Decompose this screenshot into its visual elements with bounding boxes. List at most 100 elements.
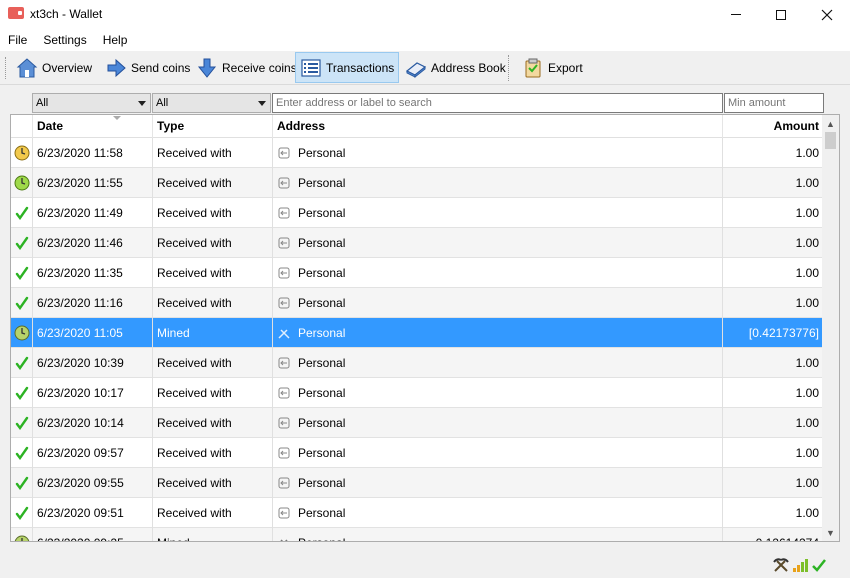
address-label: Personal <box>298 176 346 190</box>
menu-bar: File Settings Help <box>0 29 850 51</box>
type-cell: Received with <box>153 348 273 378</box>
date-cell: 6/23/2020 11:49 <box>33 198 153 228</box>
date-cell: 6/23/2020 11:55 <box>33 168 153 198</box>
table-row[interactable]: 6/23/2020 09:55 Received with Personal 1.00 <box>11 468 823 498</box>
window-title: xt3ch - Wallet <box>30 7 103 21</box>
address-cell: Personal <box>273 318 723 348</box>
table-row[interactable]: 6/23/2020 09:25Mined Personal 0.12614274 <box>11 528 823 541</box>
table-row[interactable]: 6/23/2020 11:46 Received with Personal 1.00 <box>11 228 823 258</box>
table-row[interactable]: 6/23/2020 10:39 Received with Personal 1.00 <box>11 348 823 378</box>
type-cell: Received with <box>153 408 273 438</box>
status-bar <box>0 552 850 578</box>
amount-column-header[interactable]: Amount <box>723 115 823 138</box>
address-cell: Personal <box>273 498 723 528</box>
pending-clock-icon <box>14 175 29 191</box>
confirmed-check-icon <box>15 206 28 220</box>
amount-cell: 1.00 <box>795 356 819 370</box>
pending-clock-icon <box>14 145 29 161</box>
table-row[interactable]: 6/23/2020 11:55 Received with Personal 1.00 <box>11 168 823 198</box>
address-cell: Personal <box>273 528 723 541</box>
table-row[interactable]: 6/23/2020 11:05 Mined Personal [0.42173776] <box>11 318 823 348</box>
table-row[interactable]: 6/23/2020 11:35 Received with Personal 1.00 <box>11 258 823 288</box>
table-body: 6/23/2020 11:58 Received with Personal 1.00… <box>11 138 823 541</box>
status-cell <box>11 198 33 228</box>
transactions-button[interactable]: Transactions <box>295 52 400 83</box>
export-button[interactable]: Export <box>518 52 587 83</box>
date-cell: 6/23/2020 09:57 <box>33 438 153 468</box>
address-book-icon <box>405 61 427 78</box>
type-filter-value: All <box>156 97 169 109</box>
status-cell <box>11 138 33 168</box>
maximize-button[interactable] <box>758 0 804 29</box>
amount-cell: 1.00 <box>795 146 819 160</box>
scroll-down-icon[interactable]: ▼ <box>822 524 839 541</box>
table-row[interactable]: 6/23/2020 09:57 Received with Personal 1.00 <box>11 438 823 468</box>
minimize-button[interactable] <box>713 0 759 29</box>
menu-settings[interactable]: Settings <box>35 29 94 51</box>
status-cell <box>11 498 33 528</box>
receive-address-icon <box>278 147 290 159</box>
date-cell: 6/23/2020 09:51 <box>33 498 153 528</box>
address-search-input[interactable] <box>272 93 723 113</box>
date-header-label: Date <box>37 119 64 133</box>
address-cell: Personal <box>273 258 723 288</box>
menu-help[interactable]: Help <box>95 29 136 51</box>
overview-button[interactable]: Overview <box>12 52 96 83</box>
address-label: Personal <box>298 146 346 160</box>
transactions-table[interactable]: Date Type Address Amount 6/23/2020 11:58… <box>10 114 840 542</box>
type-cell: Mined <box>153 318 273 348</box>
chevron-down-icon <box>138 101 146 106</box>
address-column-header[interactable]: Address <box>273 115 723 138</box>
address-book-button[interactable]: Address Book <box>401 52 510 83</box>
receive-coins-label: Receive coins <box>222 60 297 75</box>
table-row[interactable]: 6/23/2020 11:58 Received with Personal 1.00 <box>11 138 823 168</box>
confirmed-check-icon <box>15 236 28 250</box>
table-row[interactable]: 6/23/2020 11:49 Received with Personal 1.00 <box>11 198 823 228</box>
status-cell <box>11 318 33 348</box>
table-row[interactable]: 6/23/2020 10:14 Received with Personal 1.00 <box>11 408 823 438</box>
min-amount-input[interactable] <box>724 93 824 113</box>
date-filter-select[interactable]: All <box>32 93 151 113</box>
export-clipboard-icon <box>525 58 541 77</box>
close-button[interactable] <box>804 0 850 29</box>
sort-indicator-icon <box>113 116 121 120</box>
receive-coins-button[interactable]: Receive coins <box>192 52 301 83</box>
status-column-header[interactable] <box>11 115 33 138</box>
date-cell: 6/23/2020 09:25 <box>33 528 153 541</box>
table-row[interactable]: 6/23/2020 09:51 Received with Personal 1.00 <box>11 498 823 528</box>
menu-file[interactable]: File <box>0 29 35 51</box>
address-book-label: Address Book <box>431 60 506 75</box>
type-column-header[interactable]: Type <box>153 115 273 138</box>
address-label: Personal <box>298 386 346 400</box>
type-filter-select[interactable]: All <box>152 93 271 113</box>
address-label: Personal <box>298 326 346 340</box>
type-cell: Received with <box>153 288 273 318</box>
date-cell: 6/23/2020 11:16 <box>33 288 153 318</box>
amount-cell: 1.00 <box>795 416 819 430</box>
send-coins-button[interactable]: Send coins <box>101 52 194 83</box>
close-icon <box>821 9 833 20</box>
amount-cell: 1.00 <box>795 266 819 280</box>
amount-cell: 1.00 <box>795 296 819 310</box>
toolbar-separator <box>508 55 510 81</box>
toolbar-grip[interactable] <box>5 57 7 79</box>
table-row[interactable]: 6/23/2020 10:17 Received with Personal 1.00 <box>11 378 823 408</box>
address-cell: Personal <box>273 408 723 438</box>
confirmed-check-icon <box>15 446 28 460</box>
status-cell <box>11 468 33 498</box>
status-cell <box>11 168 33 198</box>
date-column-header[interactable]: Date <box>33 115 153 138</box>
address-label: Personal <box>298 476 346 490</box>
vertical-scrollbar[interactable]: ▲ ▼ <box>822 115 839 541</box>
status-cell <box>11 228 33 258</box>
scroll-up-icon[interactable]: ▲ <box>822 115 839 132</box>
date-cell: 6/23/2020 09:55 <box>33 468 153 498</box>
table-header: Date Type Address Amount <box>11 115 823 138</box>
amount-cell: 1.00 <box>795 206 819 220</box>
title-bar: xt3ch - Wallet <box>0 0 850 29</box>
scrollbar-thumb[interactable] <box>825 132 836 149</box>
main-toolbar: Overview Send coins Receive coins Transa… <box>0 51 850 85</box>
table-row[interactable]: 6/23/2020 11:16 Received with Personal 1.00 <box>11 288 823 318</box>
minimize-icon <box>731 14 741 15</box>
type-cell: Received with <box>153 168 273 198</box>
